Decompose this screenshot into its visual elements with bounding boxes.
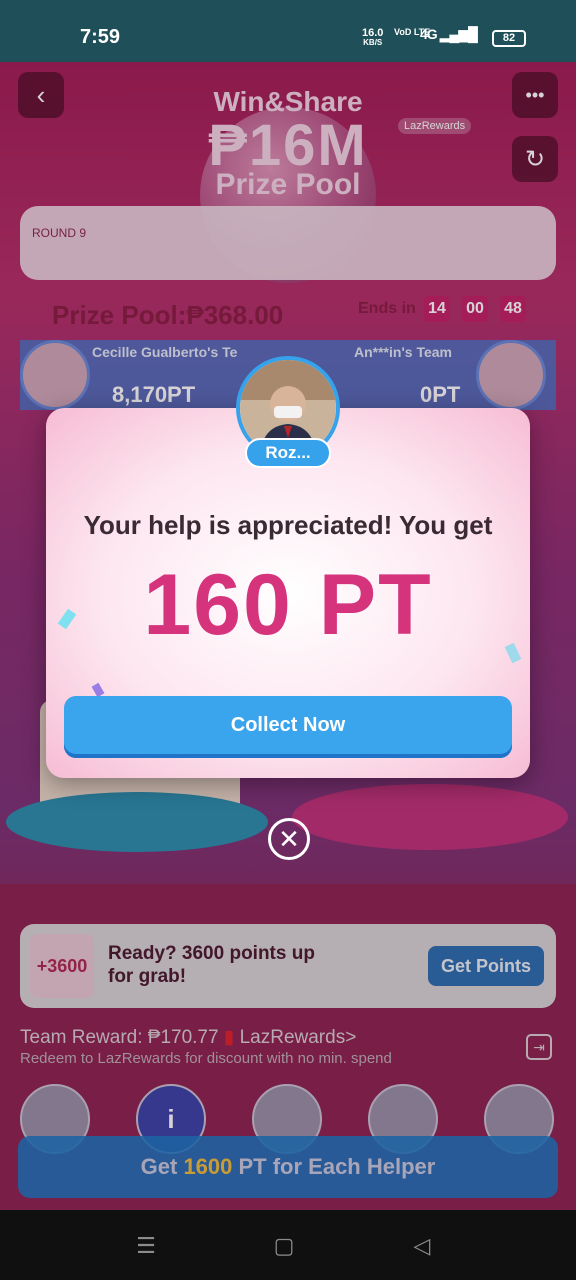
- home-icon[interactable]: ▢: [270, 1232, 298, 1260]
- recent-apps-icon[interactable]: ☰: [132, 1232, 160, 1260]
- signal-icon: 4G ▂▄▆█: [420, 26, 478, 42]
- back-nav-icon[interactable]: ◁: [408, 1232, 436, 1260]
- net-speed: 16.0 KB/S: [362, 27, 384, 48]
- modal-message: Your help is appreciated! You get: [83, 510, 493, 540]
- reward-points: 160 PT: [143, 557, 433, 653]
- helper-name-pill: Roz...: [245, 438, 331, 468]
- close-icon: ✕: [278, 824, 300, 854]
- navigation-bar: ☰ ▢ ◁: [0, 1210, 576, 1280]
- status-time: 7:59: [80, 26, 121, 48]
- status-bar: 7:59 16.0 KB/S VoD LTE 4G ▂▄▆█ 82: [0, 0, 576, 62]
- battery-icon: 82: [492, 30, 526, 47]
- collect-now-button[interactable]: Collect Now: [64, 696, 512, 758]
- close-modal-button[interactable]: ✕: [268, 818, 310, 860]
